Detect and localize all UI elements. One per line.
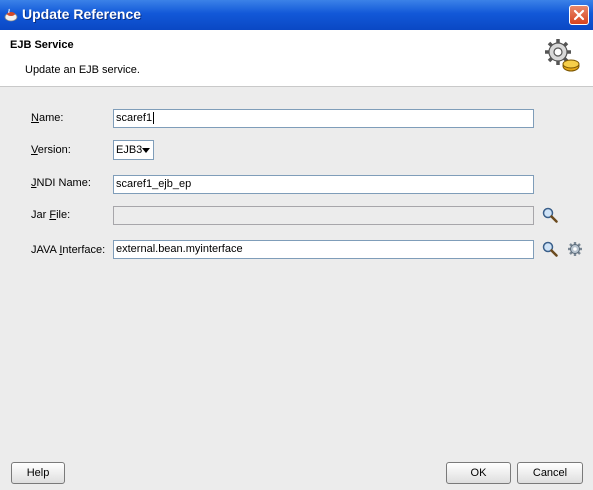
update-reference-dialog: Update Reference EJB Service Update an E…	[0, 0, 593, 490]
header-title: EJB Service	[10, 39, 74, 51]
close-icon	[573, 9, 585, 21]
cancel-button[interactable]: Cancel	[517, 462, 583, 484]
name-label: Name:	[31, 112, 64, 124]
version-value: EJB3	[116, 144, 143, 156]
help-button[interactable]: Help	[11, 462, 65, 484]
gear-wizard-icon	[545, 39, 580, 72]
chevron-down-icon	[142, 148, 150, 153]
jar-file-field	[113, 206, 534, 225]
ok-button[interactable]: OK	[446, 462, 511, 484]
header-description: Update an EJB service.	[25, 64, 140, 76]
jar-file-search-icon[interactable]	[542, 207, 558, 223]
header-panel: EJB Service Update an EJB service.	[0, 30, 593, 86]
version-label: Version:	[31, 144, 71, 156]
close-button[interactable]	[569, 5, 589, 25]
app-cup-icon	[4, 8, 18, 22]
gear-icon[interactable]	[567, 241, 583, 257]
java-interface-label: JAVA Interface:	[31, 244, 106, 256]
name-field[interactable]: scaref1	[113, 109, 534, 128]
window-title: Update Reference	[22, 6, 142, 22]
title-bar: Update Reference	[0, 0, 593, 30]
jndi-name-label: JNDI Name:	[31, 177, 91, 189]
jndi-name-field[interactable]: scaref1_ejb_ep	[113, 175, 534, 194]
version-dropdown[interactable]: EJB3	[113, 140, 154, 160]
java-interface-search-icon[interactable]	[542, 241, 558, 257]
java-interface-field[interactable]: external.bean.myinterface	[113, 240, 534, 259]
header-separator	[0, 86, 593, 87]
jar-file-label: Jar File:	[31, 209, 71, 221]
